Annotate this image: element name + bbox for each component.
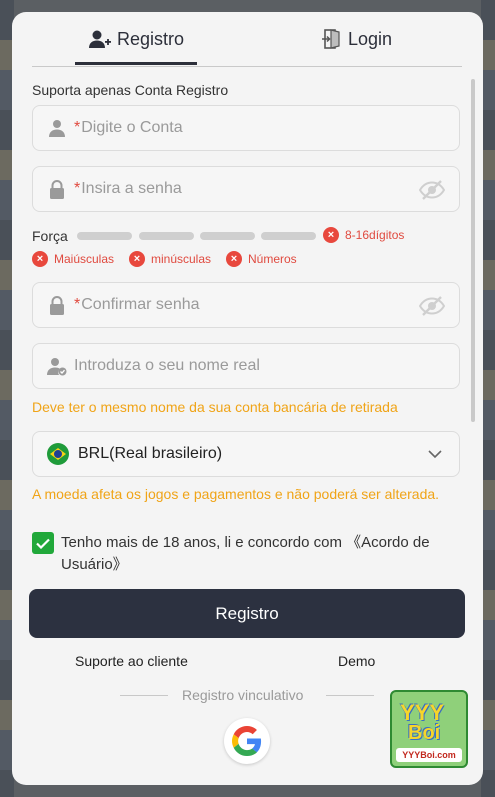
register-button[interactable]: Registro xyxy=(29,589,465,638)
divider-left xyxy=(120,695,168,696)
logo-site: YYYBoi.com xyxy=(396,748,462,762)
brazil-flag-icon xyxy=(47,443,69,465)
required-mark: * xyxy=(74,296,81,313)
account-field[interactable]: * Digite o Conta xyxy=(32,105,460,151)
rule-lowercase-label: minúsculas xyxy=(151,252,212,266)
strength-label: Força xyxy=(32,228,68,244)
rule-uppercase-label: Maiúsculas xyxy=(54,252,115,266)
google-login-button[interactable] xyxy=(224,718,270,764)
rule-numbers: × Números xyxy=(226,251,297,267)
rule-uppercase: × Maiúsculas xyxy=(32,251,114,267)
user-plus-icon xyxy=(89,30,111,48)
user-icon xyxy=(47,118,67,138)
currency-value: BRL(Real brasileiro) xyxy=(78,445,223,462)
rule-length: × 8-16dígitos xyxy=(323,227,404,243)
error-x-icon: × xyxy=(32,251,48,267)
tab-login[interactable]: Login xyxy=(322,26,392,52)
realname-placeholder: Introduza o seu nome real xyxy=(74,357,260,374)
active-tab-indicator xyxy=(75,62,197,65)
eye-off-icon[interactable] xyxy=(419,179,445,201)
rule-lowercase: × minúsculas xyxy=(129,251,211,267)
lock-icon xyxy=(47,295,67,315)
binding-label: Registro vinculativo xyxy=(182,687,304,703)
strength-bar-1 xyxy=(77,232,132,240)
tab-register[interactable]: Registro xyxy=(89,26,184,52)
agreement-text[interactable]: Tenho mais de 18 anos, li e concordo com… xyxy=(61,532,452,576)
divider-right xyxy=(326,695,374,696)
logo-text-2: Boi xyxy=(408,722,441,744)
form-subtitle: Suporta apenas Conta Registro xyxy=(32,82,229,98)
background-right xyxy=(481,0,495,797)
rule-numbers-label: Números xyxy=(248,252,297,266)
currency-hint: A moeda afeta os jogos e pagamentos e nã… xyxy=(32,486,440,502)
agreement-checkbox[interactable] xyxy=(32,532,54,554)
agreement-row: Tenho mais de 18 anos, li e concordo com… xyxy=(32,532,452,576)
required-mark: * xyxy=(74,119,81,136)
currency-select[interactable]: BRL(Real brasileiro) xyxy=(32,431,460,477)
confirm-password-field[interactable]: * Confirmar senha xyxy=(32,282,460,328)
login-door-icon xyxy=(322,29,340,49)
password-placeholder: Insira a senha xyxy=(81,180,182,197)
strength-bar-3 xyxy=(200,232,255,240)
lock-icon xyxy=(47,179,67,199)
scrollbar[interactable] xyxy=(471,79,475,422)
chevron-down-icon xyxy=(428,450,442,459)
user-check-icon xyxy=(47,356,67,376)
demo-link[interactable]: Demo xyxy=(338,653,375,669)
confirm-placeholder: Confirmar senha xyxy=(81,296,200,313)
tab-login-label: Login xyxy=(348,28,393,49)
error-x-icon: × xyxy=(323,227,339,243)
password-strength: Força × 8-16dígitos xyxy=(32,227,472,247)
real-name-field[interactable]: Introduza o seu nome real xyxy=(32,343,460,389)
yyyboi-logo: YYY Boi YYYBoi.com xyxy=(390,690,468,768)
error-x-icon: × xyxy=(129,251,145,267)
rule-length-label: 8-16dígitos xyxy=(345,228,405,242)
tab-register-label: Registro xyxy=(117,28,185,49)
realname-hint: Deve ter o mesmo nome da sua conta bancá… xyxy=(32,399,398,415)
required-mark: * xyxy=(74,180,81,197)
google-icon xyxy=(232,726,262,756)
password-field[interactable]: * Insira a senha xyxy=(32,166,460,212)
check-icon xyxy=(36,538,50,549)
error-x-icon: × xyxy=(226,251,242,267)
eye-off-icon[interactable] xyxy=(419,295,445,317)
tab-bar: Registro Login xyxy=(32,12,462,67)
support-link[interactable]: Suporte ao cliente xyxy=(75,653,188,669)
strength-bar-4 xyxy=(261,232,316,240)
strength-bar-2 xyxy=(139,232,194,240)
account-placeholder: Digite o Conta xyxy=(81,119,183,136)
register-modal: Registro Login Suporta apenas Conta Regi… xyxy=(12,12,483,785)
